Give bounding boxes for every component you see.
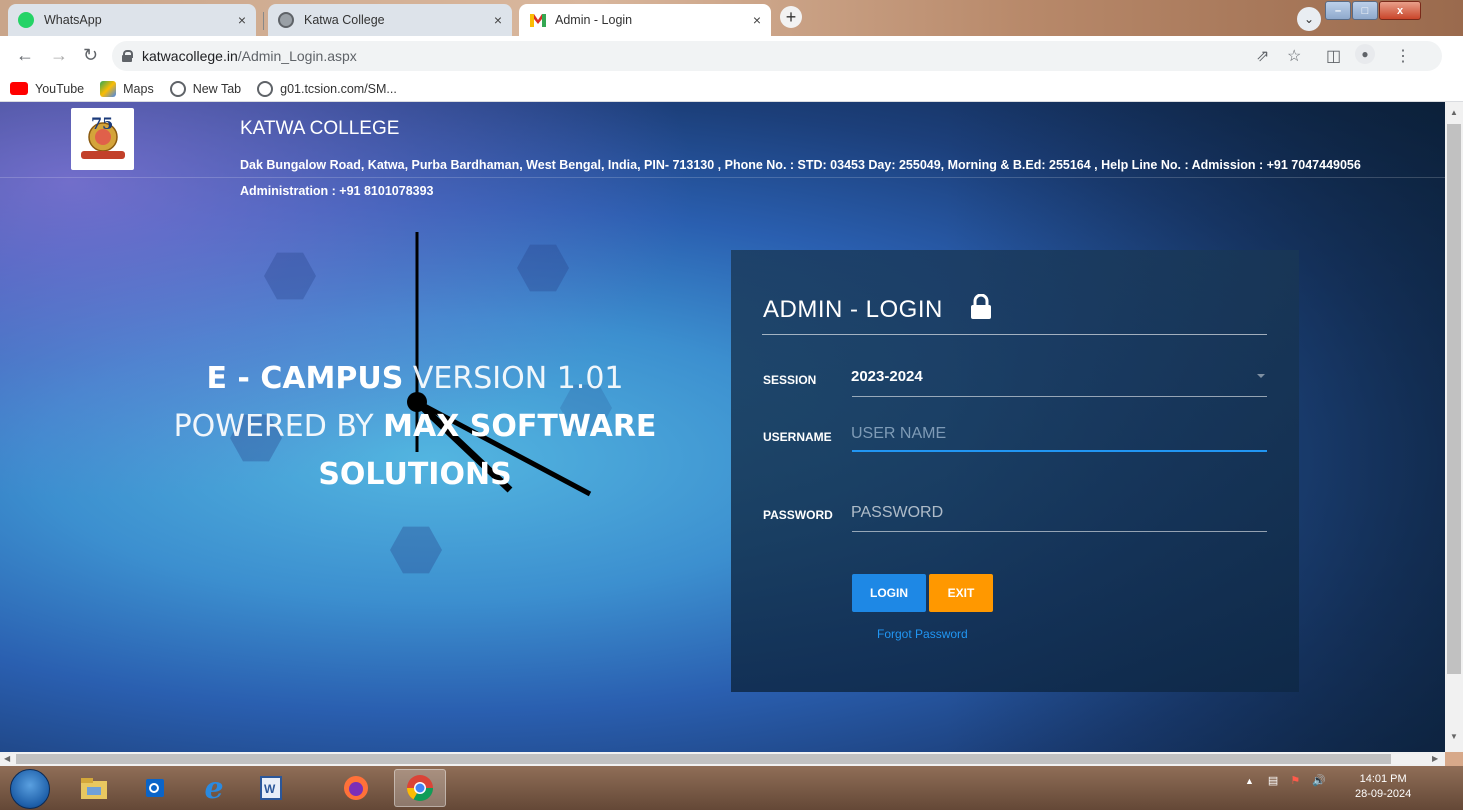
tab-whatsapp[interactable]: WhatsApp × [8,4,256,36]
username-input[interactable] [851,421,1261,447]
close-icon[interactable]: × [238,12,246,28]
start-button[interactable] [10,769,50,809]
globe-icon [278,12,294,28]
address-bar[interactable]: katwacollege.in/Admin_Login.aspx [112,41,1442,71]
whatsapp-icon [18,12,34,28]
scroll-up-icon[interactable]: ▲ [1450,108,1458,117]
session-select[interactable]: 2023-2024 [851,368,923,385]
ecampus-title: E - CAMPUS [206,361,404,396]
bookmark-star-icon[interactable]: ☆ [1287,46,1301,66]
login-card: ADMIN - LOGIN SESSION 2023-2024 USERNAME… [731,250,1299,692]
tab-katwa-college[interactable]: Katwa College × [268,4,512,36]
bookmark-maps[interactable]: Maps [100,80,154,97]
bookmark-label: Maps [123,81,154,96]
scroll-right-icon[interactable]: ▶ [1432,754,1438,763]
scroll-left-icon[interactable]: ◀ [4,754,10,763]
scrollbar-thumb[interactable] [16,754,1391,764]
lock-icon [971,294,991,319]
youtube-icon [10,82,28,95]
login-title: ADMIN - LOGIN [763,296,943,323]
windows-taskbar: e W ▲ ▤ ⚑ 🔊 14:01 PM 28-09-2024 [0,766,1463,810]
gmail-icon [529,12,546,28]
username-label: USERNAME [763,430,832,444]
file-explorer-icon[interactable] [68,769,120,807]
maximize-button[interactable]: □ [1352,1,1378,20]
password-underline [852,531,1267,532]
network-icon[interactable]: ▤ [1268,774,1278,787]
lock-icon [122,50,133,62]
tab-label: Admin - Login [555,13,633,27]
dropdown-caret-icon[interactable] [1257,374,1265,378]
outlook-icon[interactable] [130,769,182,807]
bookmark-label: New Tab [192,81,242,96]
tab-admin-login[interactable]: Admin - Login × [519,4,771,36]
brand-line-2: POWERED BY MAX SOFTWARE SOLUTIONS [130,403,700,499]
menu-icon[interactable]: ⋮ [1395,46,1411,66]
login-button[interactable]: LOGIN [852,574,926,612]
powered-by-text: POWERED BY [173,409,384,444]
tab-label: Katwa College [304,13,385,27]
new-tab-button[interactable]: + [780,6,802,28]
system-tray: ▲ ▤ ⚑ 🔊 [1245,774,1326,787]
chrome-icon[interactable] [394,769,446,807]
word-icon[interactable]: W [245,769,297,807]
bookmark-youtube[interactable]: YouTube [10,82,84,96]
firefox-icon[interactable] [330,769,382,807]
internet-explorer-icon[interactable]: e [188,769,240,807]
side-panel-icon[interactable]: ◫ [1326,46,1341,66]
chevron-down-icon: ⌄ [1303,12,1315,26]
url-host: katwacollege.in [142,48,238,64]
minimize-button[interactable]: – [1325,1,1351,20]
maps-icon [100,80,117,97]
username-underline [852,450,1267,452]
svg-text:W: W [264,782,276,796]
page-viewport: 75 KATWA COLLEGE Dak Bungalow Road, Katw… [0,102,1445,752]
bookmarks-bar: YouTube Maps New Tab g01.tcsion.com/SM..… [0,76,1463,102]
exit-button[interactable]: EXIT [929,574,993,612]
scroll-down-icon[interactable]: ▼ [1450,732,1458,741]
share-icon[interactable]: ⇗ [1256,46,1269,66]
profile-icon[interactable]: ● [1355,44,1375,64]
brand-line-1: E - CAMPUS VERSION 1.01 [130,355,700,403]
tab-label: WhatsApp [44,13,102,27]
session-underline [852,396,1267,397]
show-hidden-icons-icon[interactable]: ▲ [1245,776,1254,786]
browser-tab-strip: WhatsApp × Katwa College × Admin - Login… [0,0,1463,36]
globe-icon [257,80,274,97]
forgot-password-link[interactable]: Forgot Password [877,627,968,641]
back-icon[interactable]: ← [16,45,34,66]
password-input[interactable] [851,500,1261,526]
close-icon[interactable]: × [753,12,761,28]
session-label: SESSION [763,373,817,387]
globe-icon [169,80,186,97]
bookmark-label: g01.tcsion.com/SM... [280,81,397,96]
bookmark-label: YouTube [35,81,85,96]
version-text: VERSION 1.01 [403,361,624,396]
close-icon[interactable]: × [494,12,502,28]
taskbar-clock[interactable]: 14:01 PM 28-09-2024 [1355,772,1411,802]
forward-icon[interactable]: → [50,45,68,66]
url-path: /Admin_Login.aspx [237,48,357,64]
scrollbar-thumb[interactable] [1447,124,1461,674]
horizontal-scrollbar[interactable]: ◀ ▶ [0,752,1445,766]
close-window-button[interactable]: x [1379,1,1421,20]
volume-icon[interactable]: 🔊 [1312,774,1326,787]
action-center-icon[interactable]: ⚑ [1290,774,1300,787]
title-divider [762,334,1267,335]
clock-time: 14:01 PM [1359,773,1407,785]
browser-toolbar: ← → ↻ katwacollege.in/Admin_Login.aspx ⇗… [0,36,1463,76]
clock-hands-graphic [407,232,592,497]
bookmark-new-tab[interactable]: New Tab [169,80,242,97]
password-label: PASSWORD [763,508,833,522]
tab-separator [263,12,264,30]
reload-icon[interactable]: ↻ [83,45,98,66]
clock-date: 28-09-2024 [1355,788,1412,800]
tab-search-button[interactable]: ⌄ [1297,7,1321,31]
bookmark-tcsion[interactable]: g01.tcsion.com/SM... [257,80,397,97]
vertical-scrollbar[interactable]: ▲ ▼ [1445,102,1463,752]
ecampus-branding: E - CAMPUS VERSION 1.01 POWERED BY MAX S… [130,355,700,499]
